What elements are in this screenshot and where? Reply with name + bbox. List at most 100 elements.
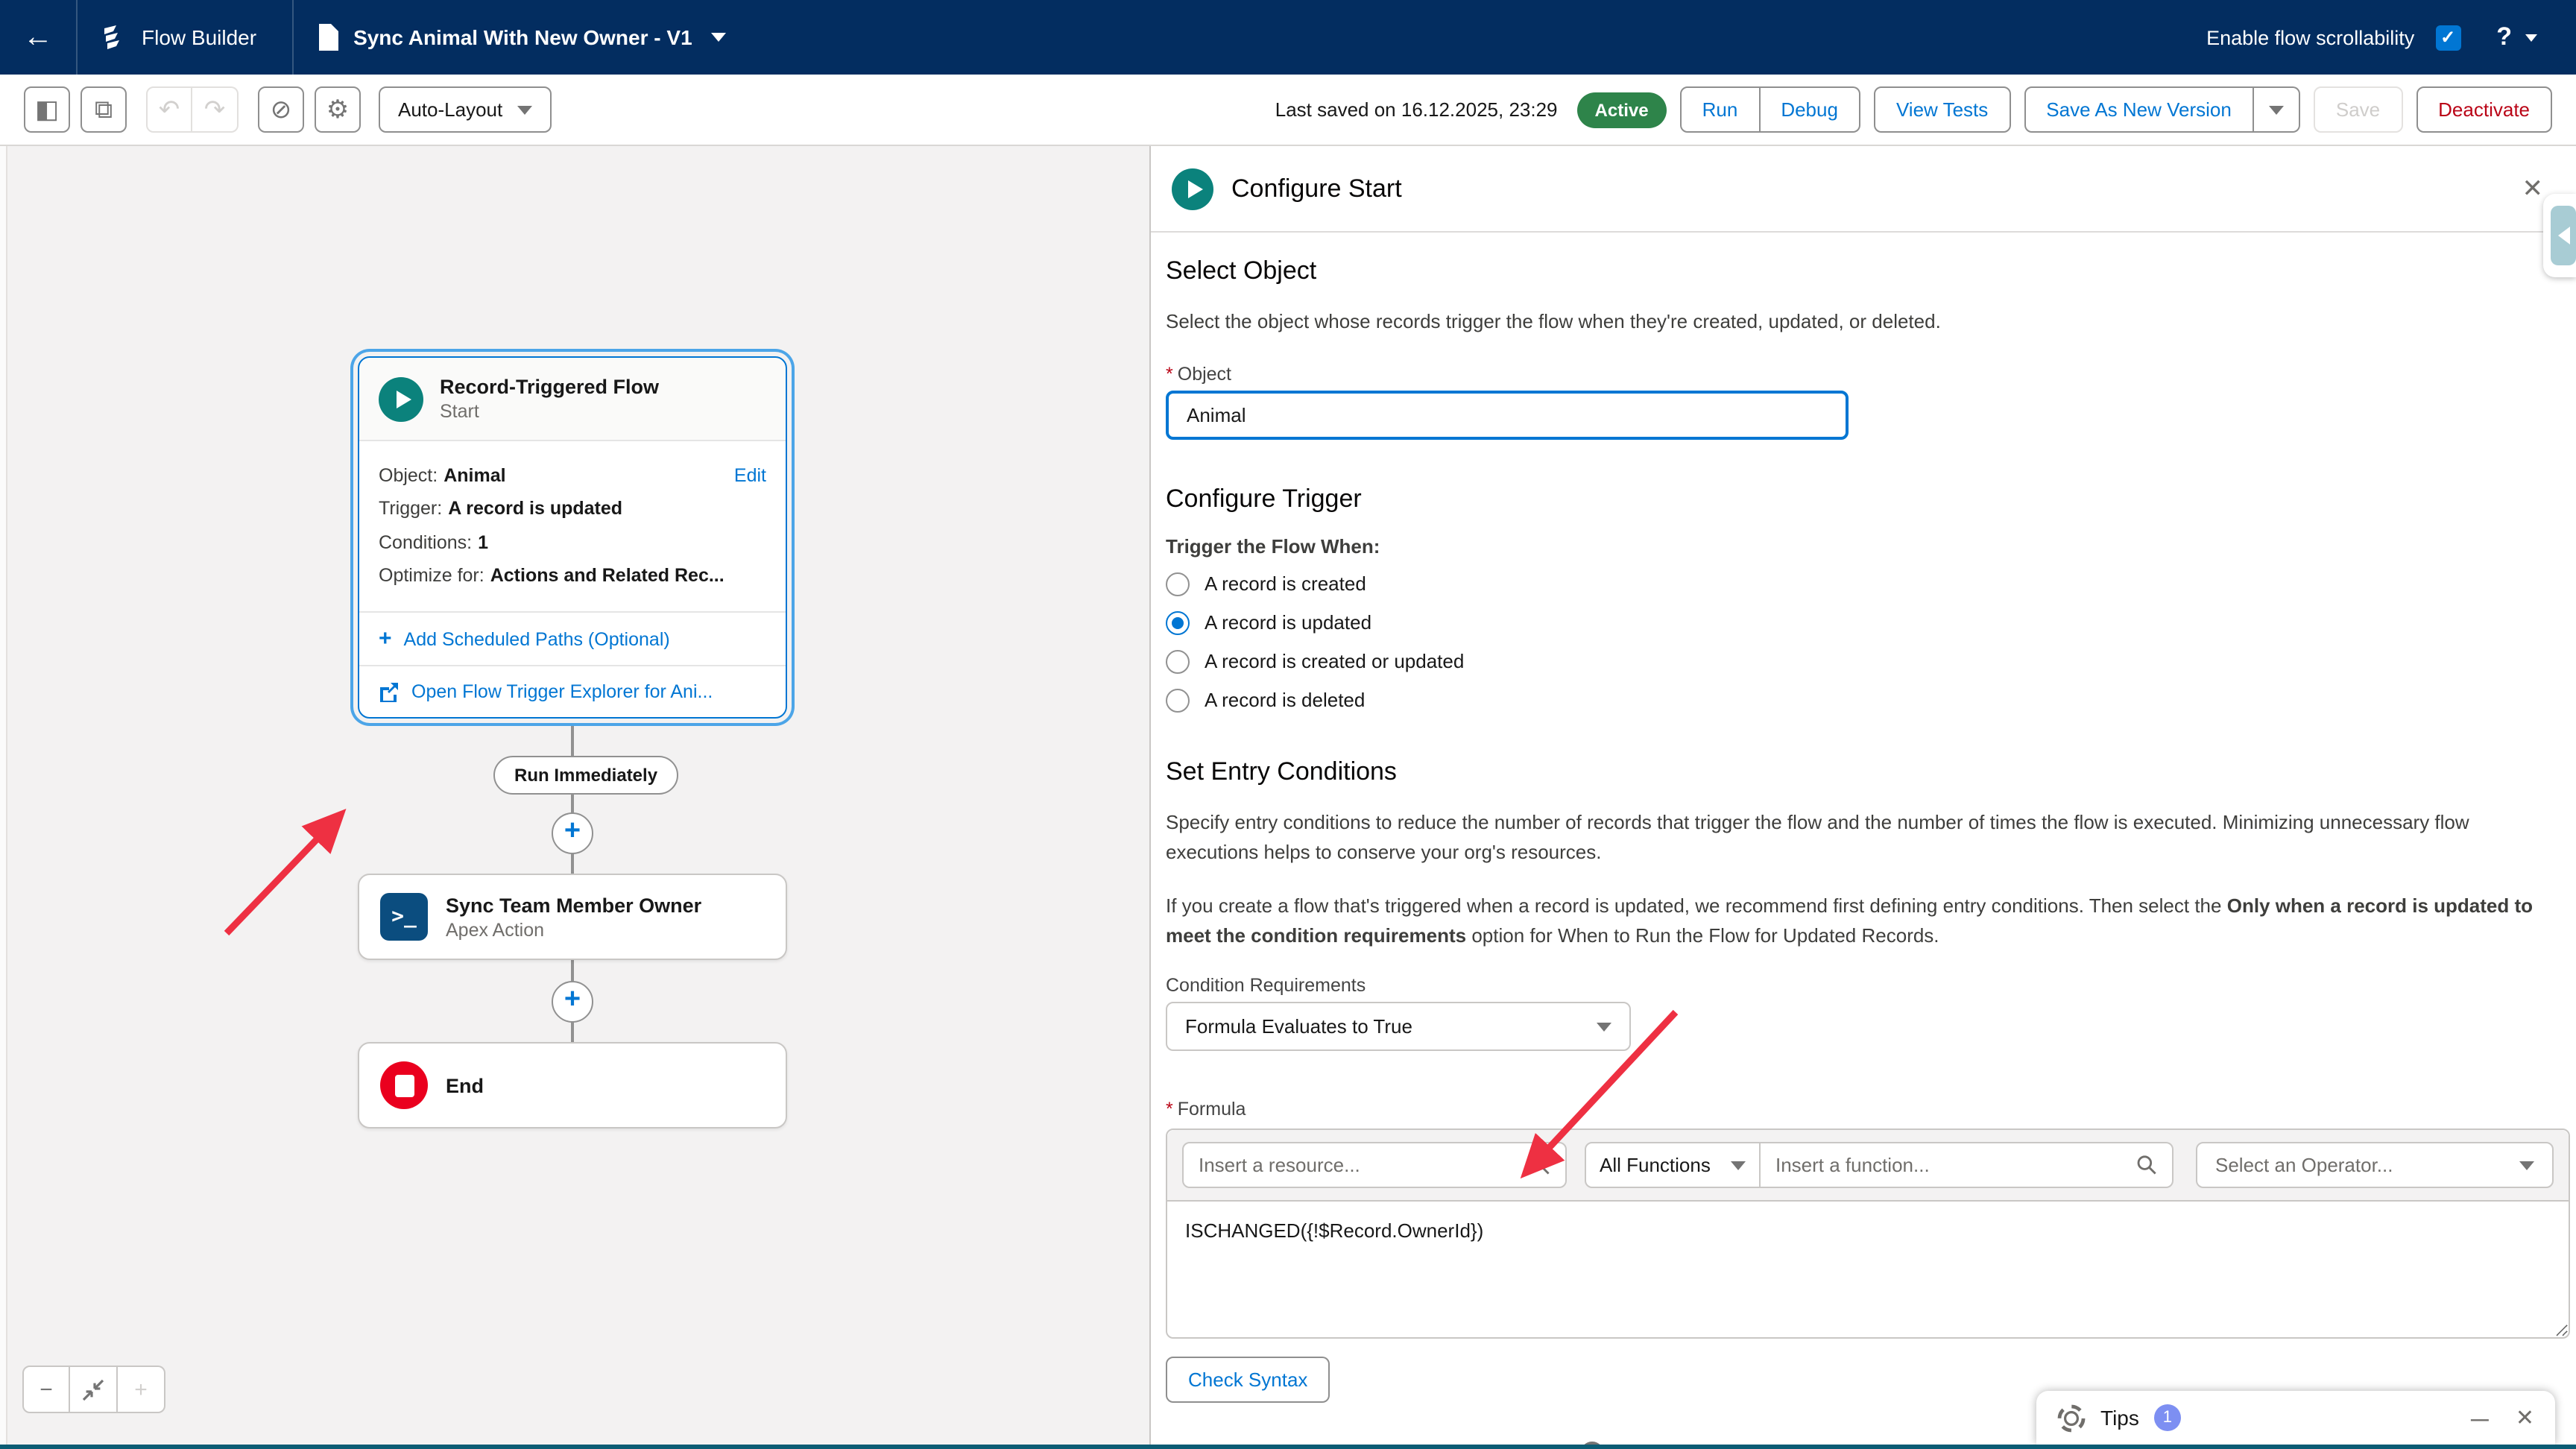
formula-label: Formula	[1166, 1099, 2558, 1120]
flow-title: Sync Animal With New Owner - V1	[353, 25, 692, 49]
back-arrow-icon[interactable]	[0, 0, 78, 75]
radio-record-created-or-updated[interactable]	[1166, 649, 1190, 673]
select-elements-icon: ⧉	[95, 97, 113, 122]
configure-start-panel: Configure Start Select Object Select the…	[1149, 146, 2576, 1449]
operator-select[interactable]: Select an Operator...	[2196, 1142, 2554, 1188]
conditions-row-label: Conditions:	[379, 530, 472, 555]
insert-resource-input[interactable]	[1199, 1154, 1530, 1176]
terminal-icon: >_	[380, 893, 428, 941]
status-badge: Active	[1577, 92, 1667, 127]
external-link-icon	[379, 681, 400, 702]
radio-label: A record is created or updated	[1205, 650, 1464, 672]
configure-trigger-heading: Configure Trigger	[1166, 484, 2558, 514]
function-category-select[interactable]: All Functions	[1585, 1142, 1761, 1188]
radio-label: A record is deleted	[1205, 689, 1365, 711]
chevron-down-icon	[712, 33, 727, 42]
layout-mode-select[interactable]: Auto-Layout	[379, 86, 552, 133]
minimize-icon[interactable]	[2459, 1405, 2501, 1430]
end-node[interactable]: End	[358, 1042, 787, 1128]
canvas-zoom-controls: − +	[22, 1366, 165, 1413]
undo-button[interactable]: ↶	[146, 86, 192, 133]
start-node-subtitle: Start	[440, 401, 659, 422]
entry-conditions-heading: Set Entry Conditions	[1166, 757, 2558, 786]
view-tests-button[interactable]: View Tests	[1874, 86, 2010, 133]
scrollability-label: Enable flow scrollability	[2206, 26, 2414, 48]
condition-requirements-select[interactable]: Formula Evaluates to True	[1166, 1002, 1631, 1051]
insert-function-input[interactable]	[1775, 1154, 2136, 1176]
save-as-new-version-button[interactable]: Save As New Version	[2024, 86, 2254, 133]
object-input[interactable]	[1166, 390, 1849, 439]
add-element-button[interactable]	[552, 812, 593, 854]
insert-resource-search[interactable]	[1182, 1142, 1567, 1188]
tips-popup: Tips 1	[2036, 1391, 2555, 1445]
formula-textarea[interactable]: ISCHANGED({!$Record.OwnerId})	[1167, 1200, 2569, 1337]
condition-requirements-label: Condition Requirements	[1166, 975, 2558, 996]
flow-toolbar: ◧ ⧉ ↶ ↷ ⊘ ⚙ Auto-Layout Last saved on 16…	[0, 75, 2576, 146]
save-options-button[interactable]	[2254, 86, 2300, 133]
paragraph-text: option for When to Run the Flow for Upda…	[1466, 924, 1939, 947]
trigger-when-label: Trigger the Flow When:	[1166, 534, 2558, 557]
insert-function-search[interactable]	[1761, 1142, 2174, 1188]
life-buoy-icon	[2057, 1404, 2086, 1432]
toggle-toolbox-button[interactable]: ◧	[24, 86, 70, 133]
select-object-description: Select the object whose records trigger …	[1166, 307, 2558, 336]
operator-placeholder: Select an Operator...	[2215, 1154, 2393, 1176]
close-icon[interactable]	[2516, 1404, 2534, 1431]
flow-title-menu[interactable]: Sync Animal With New Owner - V1	[294, 0, 751, 75]
formula-builder: All Functions Select an Operator.	[1166, 1128, 2570, 1339]
play-icon	[379, 376, 423, 421]
chevron-down-icon	[1731, 1161, 1746, 1169]
redo-button[interactable]: ↷	[192, 86, 239, 133]
scrollability-checkbox[interactable]	[2435, 25, 2460, 50]
select-object-heading: Select Object	[1166, 256, 2558, 286]
open-flow-trigger-explorer-link[interactable]: Open Flow Trigger Explorer for Ani...	[359, 665, 786, 717]
zoom-out-button[interactable]: −	[22, 1366, 70, 1413]
tips-count-badge: 1	[2154, 1404, 2181, 1431]
zoom-out-icon: −	[40, 1378, 53, 1401]
flow-settings-button[interactable]: ⚙	[315, 86, 361, 133]
gear-icon: ⚙	[326, 97, 350, 122]
document-icon	[318, 24, 340, 51]
add-element-button[interactable]	[552, 981, 593, 1023]
radio-record-deleted[interactable]	[1166, 688, 1190, 712]
function-category-value: All Functions	[1600, 1154, 1711, 1176]
panel-title: Configure Start	[1231, 174, 1402, 203]
docked-panel-toggle[interactable]	[2543, 194, 2576, 277]
deactivate-button[interactable]: Deactivate	[2416, 86, 2552, 133]
check-syntax-button[interactable]: Check Syntax	[1166, 1357, 1330, 1403]
app-header: Flow Builder Sync Animal With New Owner …	[0, 0, 2576, 75]
chevron-down-icon	[517, 105, 532, 114]
zoom-in-button[interactable]: +	[118, 1366, 165, 1413]
view-errors-button[interactable]: ⊘	[258, 86, 304, 133]
help-menu[interactable]: ?	[2496, 22, 2537, 52]
entry-conditions-paragraph-2: If you create a flow that's triggered wh…	[1166, 891, 2558, 952]
entry-conditions-paragraph-1: Specify entry conditions to reduce the n…	[1166, 807, 2558, 868]
trigger-row-value: A record is updated	[448, 497, 622, 522]
flow-builder-home[interactable]: Flow Builder	[78, 0, 294, 75]
radio-record-updated[interactable]	[1166, 610, 1190, 634]
run-button[interactable]: Run	[1680, 86, 1761, 133]
paragraph-text: If you create a flow that's triggered wh…	[1166, 894, 2227, 917]
apex-node-subtitle: Apex Action	[446, 919, 701, 940]
edit-link[interactable]: Edit	[734, 464, 766, 488]
last-saved-text: Last saved on 16.12.2025, 23:29	[1275, 98, 1558, 121]
add-scheduled-paths-link[interactable]: + Add Scheduled Paths (Optional)	[359, 611, 786, 665]
start-node[interactable]: Record-Triggered Flow Start Object: Anim…	[358, 356, 787, 719]
search-icon	[2136, 1154, 2157, 1176]
debug-button[interactable]: Debug	[1760, 86, 1860, 133]
save-button[interactable]: Save	[2314, 86, 2402, 133]
fit-view-button[interactable]	[70, 1366, 118, 1413]
zoom-in-icon: +	[134, 1378, 148, 1401]
flow-canvas[interactable]: Record-Triggered Flow Start Object: Anim…	[0, 146, 1149, 1449]
object-field-label: Object	[1166, 363, 2558, 384]
radio-record-created[interactable]	[1166, 572, 1190, 596]
optimize-row-value: Actions and Related Rec...	[490, 564, 724, 588]
toolbox-collapsed-strip	[0, 146, 7, 1449]
apex-node-title: Sync Team Member Owner	[446, 894, 701, 916]
app-title: Flow Builder	[142, 25, 256, 49]
object-row-value: Animal	[443, 464, 505, 488]
bottom-window-edge	[0, 1445, 2576, 1449]
select-elements-button[interactable]: ⧉	[80, 86, 127, 133]
redo-icon: ↷	[204, 97, 226, 122]
apex-action-node[interactable]: >_ Sync Team Member Owner Apex Action	[358, 874, 787, 960]
